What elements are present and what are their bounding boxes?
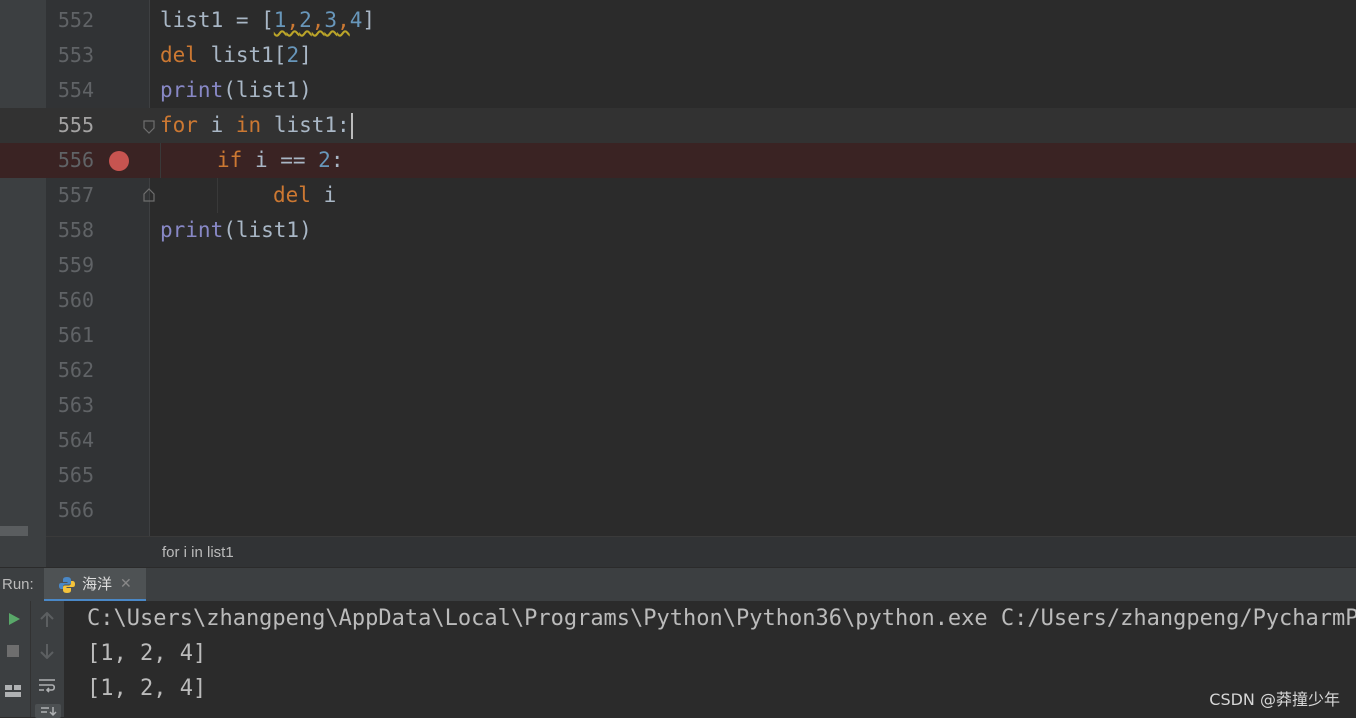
line-number: 556 bbox=[57, 148, 94, 172]
line-number: 565 bbox=[57, 463, 94, 487]
code-line-566[interactable]: 566 bbox=[0, 493, 1356, 528]
scroll-to-end-icon[interactable] bbox=[35, 704, 61, 718]
code-line-559[interactable]: 559 bbox=[0, 248, 1356, 283]
watermark: CSDN @莽撞少年 bbox=[1209, 690, 1340, 709]
close-icon[interactable]: ✕ bbox=[120, 568, 132, 600]
run-toolbar-primary bbox=[0, 601, 31, 717]
run-console[interactable]: C:\Users\zhangpeng\AppData\Local\Program… bbox=[64, 601, 1356, 717]
code-text: for i in list1: bbox=[160, 108, 353, 143]
code-text: print(list1) bbox=[160, 218, 312, 242]
line-number: 558 bbox=[57, 218, 94, 242]
line-number: 552 bbox=[57, 8, 94, 32]
indent-guide bbox=[217, 178, 218, 213]
indent-guide bbox=[160, 143, 161, 178]
code-line-556-breakpoint[interactable]: 556 if i == 2: bbox=[0, 143, 1356, 178]
line-number: 559 bbox=[57, 253, 94, 277]
console-line: C:\Users\zhangpeng\AppData\Local\Program… bbox=[87, 606, 1356, 631]
line-number: 561 bbox=[57, 323, 94, 347]
run-label: Run: bbox=[2, 576, 34, 593]
code-line-552[interactable]: 552 list1 = [1,2,3,4] bbox=[0, 3, 1356, 38]
code-line-562[interactable]: 562 bbox=[0, 353, 1356, 388]
rerun-icon[interactable] bbox=[6, 611, 22, 627]
code-line-565[interactable]: 565 bbox=[0, 458, 1356, 493]
breadcrumb[interactable]: for i in list1 bbox=[46, 536, 1356, 568]
fold-icon[interactable] bbox=[143, 120, 155, 134]
code-line-554[interactable]: 554 print(list1) bbox=[0, 73, 1356, 108]
code-line-557[interactable]: 557 del i bbox=[0, 178, 1356, 213]
line-number: 562 bbox=[57, 358, 94, 382]
console-line: [1, 2, 4] bbox=[87, 641, 207, 666]
line-number: 564 bbox=[57, 428, 94, 452]
code-line-563[interactable]: 563 bbox=[0, 388, 1356, 423]
run-toolbar-secondary bbox=[31, 601, 64, 718]
code-line-555-current[interactable]: 555 for i in list1: bbox=[0, 108, 1356, 143]
code-line-553[interactable]: 553 del list1[2] bbox=[0, 38, 1356, 73]
code-text: del i bbox=[273, 183, 337, 207]
code-editor[interactable]: 552 list1 = [1,2,3,4] 553 del list1[2] 5… bbox=[0, 0, 1356, 536]
code-text: list1 = [1,2,3,4] bbox=[160, 8, 376, 32]
code-line-564[interactable]: 564 bbox=[0, 423, 1356, 458]
line-number: 553 bbox=[57, 43, 94, 67]
run-tab-label: 海洋 bbox=[82, 575, 113, 593]
code-line-561[interactable]: 561 bbox=[0, 318, 1356, 353]
code-line-560[interactable]: 560 bbox=[0, 283, 1356, 318]
line-number: 554 bbox=[57, 78, 94, 102]
breakpoint-icon[interactable] bbox=[109, 151, 129, 171]
line-number: 566 bbox=[57, 498, 94, 522]
console-line: [1, 2, 4] bbox=[87, 676, 207, 701]
python-icon bbox=[59, 577, 75, 593]
code-text: del list1[2] bbox=[160, 43, 312, 67]
run-tab[interactable]: 海洋 ✕ bbox=[44, 568, 146, 602]
stop-icon[interactable] bbox=[6, 644, 20, 658]
layout-icon[interactable] bbox=[4, 683, 22, 699]
run-tool-window-header: Run: 海洋 ✕ bbox=[0, 567, 1356, 602]
code-text: print(list1) bbox=[160, 78, 312, 102]
breadcrumb-left-strip bbox=[0, 536, 46, 567]
code-text: if i == 2: bbox=[217, 148, 344, 172]
breadcrumb-item[interactable]: for i in list1 bbox=[162, 537, 234, 568]
line-number: 563 bbox=[57, 393, 94, 417]
line-number: 555 bbox=[57, 113, 94, 137]
line-number: 557 bbox=[57, 183, 94, 207]
soft-wrap-icon[interactable] bbox=[38, 677, 56, 693]
line-number: 560 bbox=[57, 288, 94, 312]
code-line-558[interactable]: 558 print(list1) bbox=[0, 213, 1356, 248]
scroll-down-icon[interactable] bbox=[40, 643, 54, 659]
scroll-up-icon[interactable] bbox=[40, 612, 54, 628]
text-caret bbox=[350, 113, 353, 139]
fold-end-icon[interactable] bbox=[143, 188, 155, 202]
